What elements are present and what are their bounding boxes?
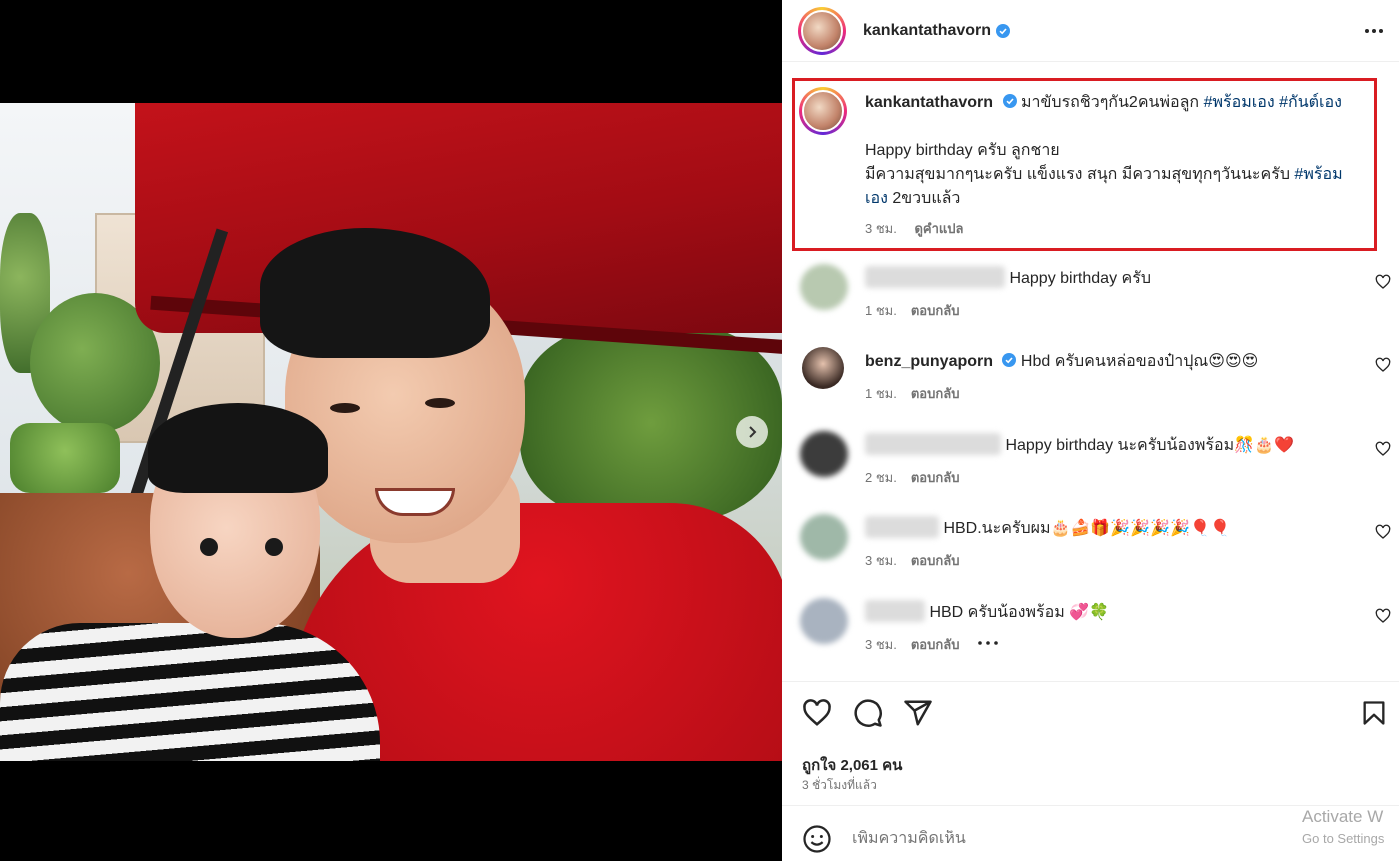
- comment-time: 1 ชม.: [865, 303, 897, 318]
- heart-icon[interactable]: [1375, 524, 1391, 540]
- post-timestamp: 3 ชั่วโมงที่แล้ว: [802, 778, 877, 792]
- commenter-avatar[interactable]: [800, 431, 848, 477]
- comment-item: Happy birthday นะครับน้องพร้อม🎊🎂❤️ 2 ชม.…: [782, 427, 1399, 507]
- reply-button[interactable]: ตอบกลับ: [911, 553, 960, 568]
- hashtag-continued[interactable]: เอง: [865, 190, 888, 207]
- caption-username[interactable]: kankantathavorn: [865, 94, 993, 111]
- reply-button[interactable]: ตอบกลับ: [911, 303, 960, 318]
- comment-input[interactable]: [852, 830, 1272, 848]
- comment-time: 2 ชม.: [865, 470, 897, 485]
- next-image-button[interactable]: [736, 416, 768, 448]
- comment-item: HBD ครับน้องพร้อม 💞🍀 3 ชม. ตอบกลับ: [782, 594, 1399, 674]
- comment-time: 1 ชม.: [865, 386, 897, 401]
- author-avatar[interactable]: [798, 6, 846, 55]
- heart-icon[interactable]: [1375, 274, 1391, 290]
- post-media: [0, 0, 782, 861]
- caption-line1: มาขับรถชิวๆกัน2คนพ่อลูก: [1020, 94, 1204, 111]
- caption-line2: Happy birthday ครับ ลูกชาย: [865, 142, 1060, 159]
- send-icon[interactable]: [903, 698, 933, 728]
- post-photo: [0, 103, 782, 761]
- blurred-username[interactable]: [865, 433, 1001, 455]
- caption-line4: 2ขวบแล้ว: [887, 190, 961, 207]
- instagram-post-view: kankantathavorn kankantathavorn มาขับรถช…: [0, 0, 1399, 861]
- comment-item: Happy birthday ครับ 1 ชม. ตอบกลับ: [782, 260, 1399, 340]
- bookmark-icon[interactable]: [1360, 698, 1388, 728]
- reply-button[interactable]: ตอบกลับ: [911, 470, 960, 485]
- more-options-icon[interactable]: [1363, 20, 1385, 42]
- comment-text: HBD ครับน้องพร้อม 💞🍀: [929, 604, 1110, 621]
- commenter-avatar[interactable]: [800, 514, 848, 560]
- windows-activation-watermark: Activate W Go to Settings: [1302, 806, 1384, 850]
- likes-count[interactable]: ถูกใจ 2,061 คน: [802, 753, 902, 777]
- hashtag[interactable]: #พร้อมเอง: [1204, 94, 1275, 111]
- comment-text: Hbd ครับคนหล่อของป๋าปุณ😍😍😍: [1020, 353, 1259, 370]
- comment-text: Happy birthday นะครับน้องพร้อม🎊🎂❤️: [1005, 437, 1294, 454]
- verified-badge-icon: [1002, 353, 1017, 367]
- reply-button[interactable]: ตอบกลับ: [911, 386, 960, 401]
- chevron-right-icon: [749, 426, 757, 438]
- caption-time: 3 ชม.: [865, 221, 897, 236]
- comment-text: Happy birthday ครับ: [1009, 270, 1151, 287]
- caption-line3: มีความสุขมากๆนะครับ แข็งแรง สนุก มีความส…: [865, 166, 1295, 183]
- more-options-icon[interactable]: [977, 639, 999, 647]
- reply-button[interactable]: ตอบกลับ: [911, 637, 960, 652]
- hashtag[interactable]: #พร้อม: [1294, 166, 1342, 183]
- blurred-username[interactable]: [865, 516, 939, 538]
- commenter-username[interactable]: benz_punyaporn: [865, 353, 993, 370]
- blurred-username[interactable]: [865, 266, 1005, 288]
- blurred-username[interactable]: [865, 600, 925, 622]
- verified-badge-icon: [1002, 94, 1017, 108]
- comment-item: HBD.นะครับผม🎂🍰🎁🎉🎉🎉🎉🎈🎈 3 ชม. ตอบกลับ: [782, 510, 1399, 590]
- heart-icon[interactable]: [1375, 441, 1391, 457]
- comment-item: benz_punyaporn Hbd ครับคนหล่อของป๋าปุณ😍😍…: [782, 343, 1399, 423]
- verified-badge-icon: [996, 23, 1011, 38]
- emoji-icon[interactable]: [802, 824, 832, 854]
- heart-icon[interactable]: [802, 698, 832, 728]
- post-header: kankantathavorn: [782, 0, 1399, 62]
- hashtag[interactable]: #กันต์เอง: [1279, 94, 1342, 111]
- see-translation-button[interactable]: ดูคำแปล: [914, 221, 963, 236]
- commenter-avatar[interactable]: [800, 264, 848, 310]
- commenter-avatar[interactable]: [800, 598, 848, 644]
- post-actions: ถูกใจ 2,061 คน 3 ชั่วโมงที่แล้ว: [782, 681, 1399, 805]
- heart-icon[interactable]: [1375, 608, 1391, 624]
- comment-icon[interactable]: [853, 698, 883, 728]
- caption: kankantathavorn มาขับรถชิวๆกัน2คนพ่อลูก …: [865, 91, 1365, 241]
- comment-time: 3 ชม.: [865, 553, 897, 568]
- heart-icon[interactable]: [1375, 357, 1391, 373]
- post-sidebar: kankantathavorn kankantathavorn มาขับรถช…: [782, 0, 1399, 861]
- comment-text: HBD.นะครับผม🎂🍰🎁🎉🎉🎉🎉🎈🎈: [943, 520, 1230, 537]
- commenter-avatar[interactable]: [802, 347, 844, 389]
- comment-time: 3 ชม.: [865, 637, 897, 652]
- watermark-line2: Go to Settings: [1302, 831, 1385, 846]
- watermark-line1: Activate W: [1302, 807, 1384, 826]
- author-username[interactable]: kankantathavorn: [863, 22, 991, 40]
- caption-author-avatar[interactable]: [799, 87, 847, 135]
